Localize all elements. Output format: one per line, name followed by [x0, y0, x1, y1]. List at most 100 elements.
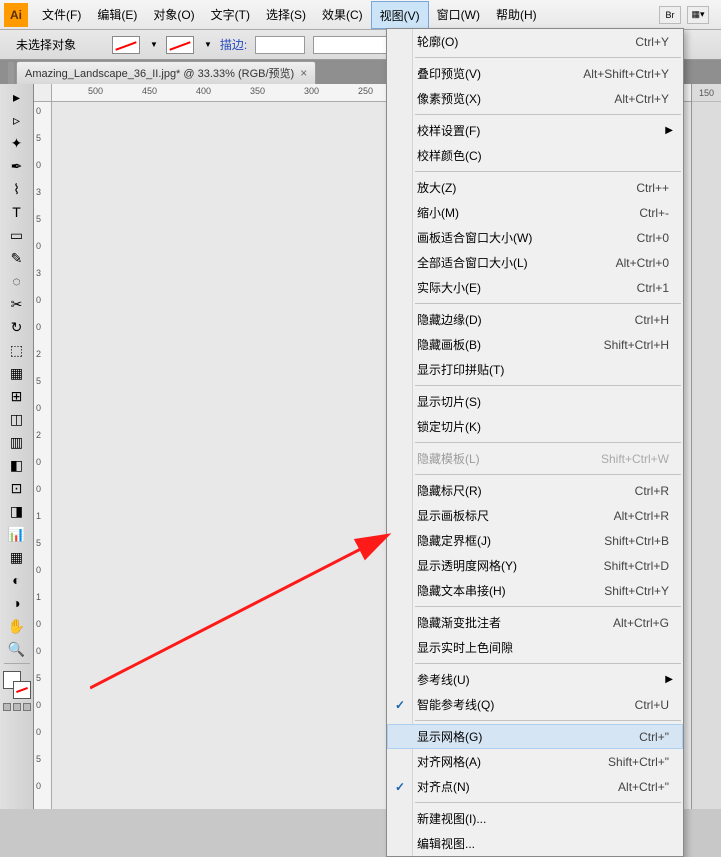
- menu-item[interactable]: 隐藏文本串接(H)Shift+Ctrl+Y: [387, 578, 683, 603]
- fill-stroke-control[interactable]: [3, 671, 31, 699]
- arrange-docs-button[interactable]: ▦▾: [687, 6, 709, 24]
- chevron-down-icon[interactable]: ▼: [204, 40, 212, 49]
- menu-item[interactable]: 对齐网格(A)Shift+Ctrl+": [387, 749, 683, 774]
- tool-graph[interactable]: 📊: [4, 523, 30, 545]
- menu-item[interactable]: 显示打印拼贴(T): [387, 357, 683, 382]
- tool-rectangle[interactable]: ▭: [4, 224, 30, 246]
- stroke-style-input[interactable]: [313, 36, 393, 54]
- tool-magic-wand[interactable]: ✦: [4, 132, 30, 154]
- menu-item[interactable]: 隐藏边缘(D)Ctrl+H: [387, 307, 683, 332]
- stroke-weight-input[interactable]: [255, 36, 305, 54]
- menu-item[interactable]: 隐藏渐变批注者Alt+Ctrl+G: [387, 610, 683, 635]
- menu-item[interactable]: 校样设置(F)▶: [387, 118, 683, 143]
- menu-item-label: 隐藏文本串接(H): [417, 582, 604, 599]
- menu-item[interactable]: 显示切片(S): [387, 389, 683, 414]
- menu-item[interactable]: 新建视图(I)...: [387, 806, 683, 831]
- ruler-tick: 0: [36, 322, 52, 332]
- menu-item[interactable]: 缩小(M)Ctrl+-: [387, 200, 683, 225]
- bridge-button[interactable]: Br: [659, 6, 681, 24]
- menu-item-label: 显示实时上色间隙: [417, 639, 669, 656]
- menu-item-label: 锁定切片(K): [417, 418, 669, 435]
- menu-edit[interactable]: 编辑(E): [89, 1, 145, 29]
- tool-line[interactable]: ⌇: [4, 178, 30, 200]
- fill-swatch[interactable]: [112, 36, 140, 54]
- menu-item-shortcut: Ctrl+": [639, 730, 669, 744]
- tool-zoom[interactable]: 🔍: [4, 638, 30, 660]
- menu-item[interactable]: 隐藏定界框(J)Shift+Ctrl+B: [387, 528, 683, 553]
- tool-shape-builder[interactable]: ⊞: [4, 385, 30, 407]
- tool-slice[interactable]: ◐: [4, 569, 30, 591]
- menu-effect[interactable]: 效果(C): [314, 1, 371, 29]
- menu-view[interactable]: 视图(V): [371, 1, 429, 29]
- menu-item[interactable]: 显示画板标尺Alt+Ctrl+R: [387, 503, 683, 528]
- tool-scissors[interactable]: ✂: [4, 293, 30, 315]
- menu-item-label: 实际大小(E): [417, 279, 637, 296]
- menu-item[interactable]: 隐藏画板(B)Shift+Ctrl+H: [387, 332, 683, 357]
- stroke-swatch[interactable]: [166, 36, 194, 54]
- stroke-color[interactable]: [13, 681, 31, 699]
- menu-item[interactable]: 画板适合窗口大小(W)Ctrl+0: [387, 225, 683, 250]
- menu-help[interactable]: 帮助(H): [488, 1, 545, 29]
- ruler-tick: 0: [36, 727, 52, 737]
- menu-item[interactable]: 锁定切片(K): [387, 414, 683, 439]
- menu-item[interactable]: 轮廓(O)Ctrl+Y: [387, 29, 683, 54]
- chevron-down-icon[interactable]: ▼: [150, 40, 158, 49]
- close-icon[interactable]: ×: [300, 66, 307, 80]
- tool-type[interactable]: T: [4, 201, 30, 223]
- tab-well-handle[interactable]: [8, 62, 14, 84]
- menu-window[interactable]: 窗口(W): [429, 1, 488, 29]
- menu-item-label: 编辑视图...: [417, 835, 669, 852]
- ruler-tick: 0: [36, 646, 52, 656]
- menu-item-label: 轮廓(O): [417, 33, 635, 50]
- menu-item[interactable]: 叠印预览(V)Alt+Shift+Ctrl+Y: [387, 61, 683, 86]
- menu-item[interactable]: 像素预览(X)Alt+Ctrl+Y: [387, 86, 683, 111]
- menu-item[interactable]: 显示实时上色间隙: [387, 635, 683, 660]
- menu-item[interactable]: ✓智能参考线(Q)Ctrl+U: [387, 692, 683, 717]
- menu-item-label: 显示透明度网格(Y): [417, 557, 604, 574]
- tool-rotate[interactable]: ↻: [4, 316, 30, 338]
- tool-free-transform[interactable]: ▦: [4, 362, 30, 384]
- ruler-tick: 300: [304, 86, 319, 96]
- ruler-tick: 5: [36, 214, 52, 224]
- menu-item[interactable]: 显示网格(G)Ctrl+": [387, 724, 683, 749]
- tool-selection[interactable]: ▸: [4, 86, 30, 108]
- right-ruler-tick: 150: [692, 84, 721, 102]
- menu-item[interactable]: ✓对齐点(N)Alt+Ctrl+": [387, 774, 683, 799]
- menu-item[interactable]: 校样颜色(C): [387, 143, 683, 168]
- tool-direct-selection[interactable]: ▹: [4, 109, 30, 131]
- chevron-right-icon: ▶: [665, 125, 673, 136]
- tool-pencil[interactable]: ✎: [4, 247, 30, 269]
- menu-item[interactable]: 隐藏标尺(R)Ctrl+R: [387, 478, 683, 503]
- menu-select[interactable]: 选择(S): [258, 1, 314, 29]
- menu-item-label: 智能参考线(Q): [417, 696, 635, 713]
- tool-hand[interactable]: ✋: [4, 615, 30, 637]
- menu-item[interactable]: 参考线(U)▶: [387, 667, 683, 692]
- ruler-origin[interactable]: [34, 84, 52, 102]
- menu-object[interactable]: 对象(O): [145, 1, 202, 29]
- menu-item-shortcut: Shift+Ctrl+D: [604, 559, 669, 573]
- menu-item[interactable]: 全部适合窗口大小(L)Alt+Ctrl+0: [387, 250, 683, 275]
- tool-artboard[interactable]: ▦: [4, 546, 30, 568]
- tool-gradient[interactable]: ◧: [4, 454, 30, 476]
- tool-pen[interactable]: ✒: [4, 155, 30, 177]
- menu-item[interactable]: 编辑视图...: [387, 831, 683, 856]
- tool-brush[interactable]: ◌: [4, 270, 30, 292]
- menu-item[interactable]: 实际大小(E)Ctrl+1: [387, 275, 683, 300]
- view-menu-dropdown: 轮廓(O)Ctrl+Y 叠印预览(V)Alt+Shift+Ctrl+Y像素预览(X…: [386, 28, 684, 857]
- tool-symbol-sprayer[interactable]: ◑: [4, 592, 30, 614]
- ruler-vertical[interactable]: 05035030025020015010050050: [34, 102, 52, 809]
- tool-width[interactable]: ⬚: [4, 339, 30, 361]
- menu-separator: [415, 385, 681, 386]
- tool-mesh[interactable]: ▥: [4, 431, 30, 453]
- tool-perspective-grid[interactable]: ◫: [4, 408, 30, 430]
- menu-item-label: 画板适合窗口大小(W): [417, 229, 637, 246]
- menu-item[interactable]: 显示透明度网格(Y)Shift+Ctrl+D: [387, 553, 683, 578]
- menu-item[interactable]: 放大(Z)Ctrl++: [387, 175, 683, 200]
- screen-mode-buttons[interactable]: [3, 703, 31, 711]
- menu-file[interactable]: 文件(F): [34, 1, 89, 29]
- menu-type[interactable]: 文字(T): [203, 1, 258, 29]
- menu-item-label: 隐藏定界框(J): [417, 532, 604, 549]
- document-tab[interactable]: Amazing_Landscape_36_II.jpg* @ 33.33% (R…: [16, 61, 316, 84]
- tool-blend[interactable]: ◨: [4, 500, 30, 522]
- tool-eyedropper[interactable]: ⊡: [4, 477, 30, 499]
